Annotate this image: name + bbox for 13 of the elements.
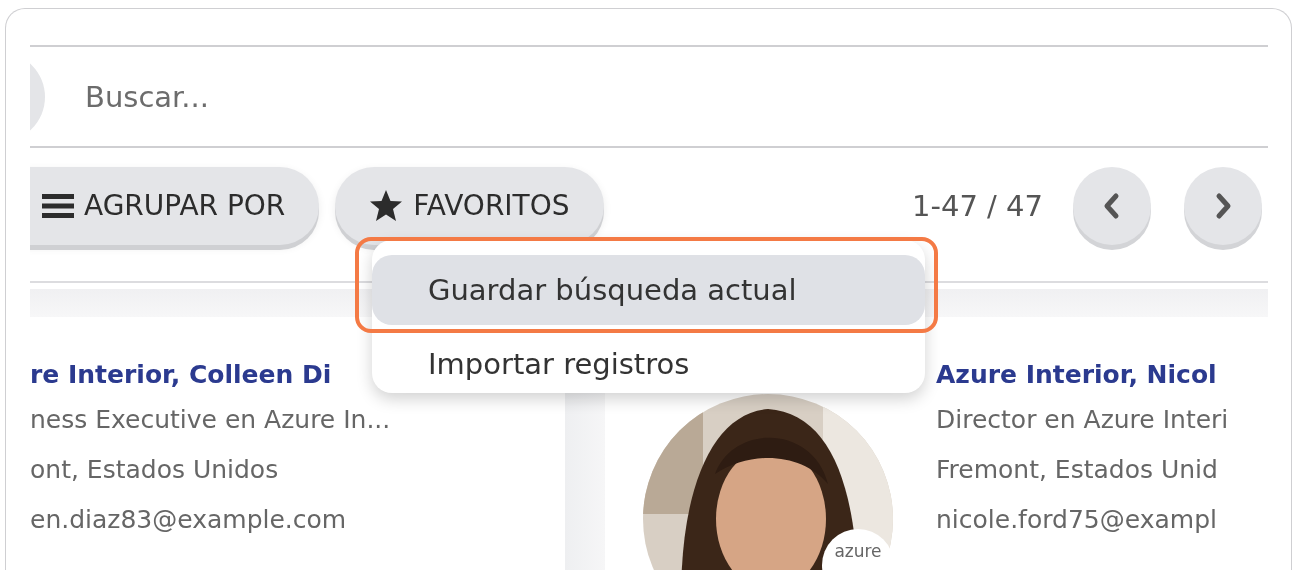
contact-name[interactable]: Azure Interior, Nicol <box>936 355 1229 395</box>
contact-detail: Fremont, Estados Unid <box>936 454 1219 486</box>
menu-item[interactable]: Guardar búsqueda actual <box>372 255 925 325</box>
pager-count: 1-47 / 47 <box>912 188 1043 223</box>
contact-detail: nicole.ford75@exampl <box>936 504 1218 536</box>
star-icon <box>369 189 404 222</box>
menu-item[interactable]: Importar registros <box>372 335 925 393</box>
menu-icon <box>42 192 74 219</box>
contact-detail: Director en Azure Interi <box>936 404 1229 436</box>
contact-detail: en.diaz83@example.com <box>30 504 348 536</box>
search-field[interactable]: Buscar... <box>85 79 785 114</box>
contact-detail: ont, Estados Unidos <box>30 454 280 486</box>
contact-detail: ness Executive en Azure In... <box>30 404 392 436</box>
